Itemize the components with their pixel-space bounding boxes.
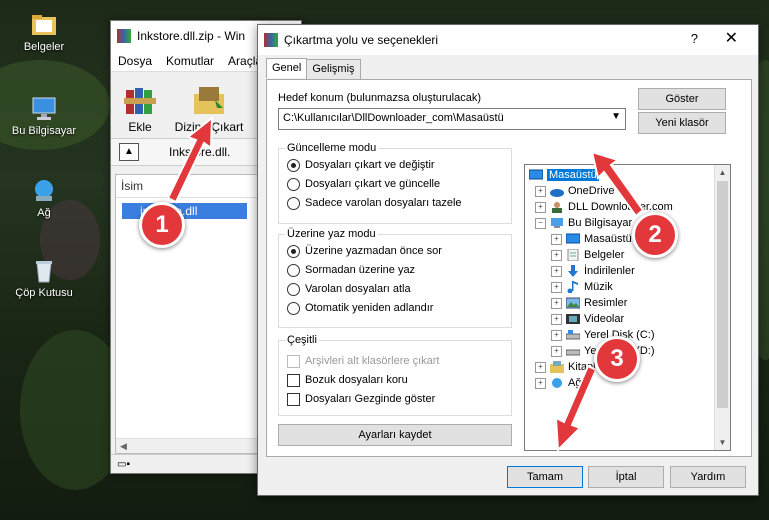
- callout-step-2: 2: [632, 212, 678, 258]
- callout-step-1: 1: [139, 202, 185, 248]
- arrow-2-icon: [590, 150, 645, 218]
- callout-step-3: 3: [594, 336, 640, 382]
- arrow-1-icon: [166, 115, 214, 204]
- annotation-arrows: [166, 115, 645, 453]
- arrow-3-icon: [554, 364, 598, 453]
